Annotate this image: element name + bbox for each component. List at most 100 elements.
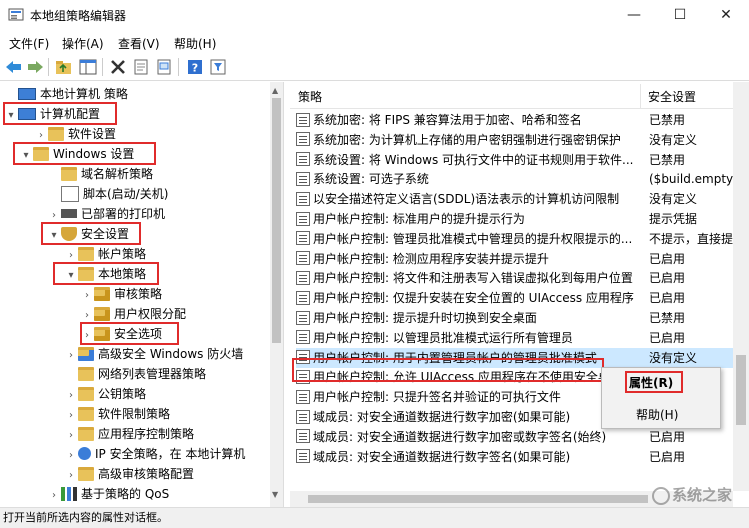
column-header-setting[interactable]: 安全设置 bbox=[648, 88, 696, 105]
printer-icon bbox=[61, 209, 77, 218]
tree-item[interactable]: › 帐户策略 bbox=[64, 244, 146, 264]
policy-row-selected[interactable]: 用户帐户控制: 用于内置管理员帐户的管理员批准模式 没有定义 bbox=[296, 347, 749, 368]
up-folder-icon[interactable] bbox=[54, 57, 74, 77]
policy-icon bbox=[296, 231, 310, 246]
menu-action[interactable]: 操作(A) bbox=[62, 35, 104, 52]
tree-item[interactable]: 网络列表管理器策略 bbox=[64, 364, 206, 384]
policy-setting: 已启用 bbox=[649, 271, 686, 286]
policy-row[interactable]: 用户帐户控制: 管理员批准模式中管理员的提升权限提示的... 不提示，直接提 bbox=[296, 229, 749, 249]
collapse-arrow-icon[interactable]: › bbox=[64, 246, 78, 266]
policy-icon bbox=[296, 191, 310, 206]
forward-icon[interactable] bbox=[25, 57, 45, 77]
collapse-arrow-icon[interactable]: › bbox=[47, 206, 61, 226]
tree-item[interactable]: 域名解析策略 bbox=[47, 164, 153, 184]
tree-item-label: 脚本(启动/关机) bbox=[83, 187, 169, 201]
policy-row[interactable]: 域成员: 对安全通道数据进行数字加密或数字签名(始终) 已启用 bbox=[296, 427, 749, 447]
delete-icon[interactable] bbox=[108, 57, 128, 77]
folder-icon bbox=[78, 246, 94, 261]
tree-item[interactable]: › 高级安全 Windows 防火墙 bbox=[64, 344, 243, 364]
collapse-arrow-icon[interactable]: › bbox=[64, 426, 78, 446]
policy-name: 域成员: 对安全通道数据进行数字加密或数字签名(始终) bbox=[313, 429, 607, 444]
policy-row[interactable]: 以安全描述符定义语言(SDDL)语法表示的计算机访问限制 没有定义 bbox=[296, 189, 749, 209]
menu-file[interactable]: 文件(F) bbox=[9, 35, 49, 52]
policy-row[interactable]: 系统设置: 将 Windows 可执行文件中的证书规则用于软件... 已禁用 bbox=[296, 150, 749, 170]
policy-row[interactable]: 用户帐户控制: 标准用户的提升提示行为 提示凭据 bbox=[296, 209, 749, 229]
policy-row[interactable]: 用户帐户控制: 以管理员批准模式运行所有管理员 已启用 bbox=[296, 328, 749, 348]
tree-item[interactable]: 脚本(启动/关机) bbox=[47, 184, 168, 204]
policy-row[interactable]: 用户帐户控制: 将文件和注册表写入错误虚拟化到每用户位置 已启用 bbox=[296, 268, 749, 288]
filter-icon[interactable] bbox=[208, 57, 228, 77]
expand-arrow-icon[interactable]: ▾ bbox=[47, 226, 61, 246]
expand-arrow-icon[interactable]: ▾ bbox=[4, 106, 18, 126]
scroll-down-icon[interactable]: ▼ bbox=[272, 490, 278, 499]
column-divider[interactable] bbox=[640, 84, 641, 108]
folder-icon bbox=[78, 466, 94, 481]
policy-scroll-thumb[interactable] bbox=[736, 355, 746, 425]
collapse-arrow-icon[interactable]: › bbox=[64, 406, 78, 426]
maximize-button[interactable]: ☐ bbox=[657, 0, 703, 30]
tree-item-label: 计算机配置 bbox=[40, 107, 101, 121]
collapse-arrow-icon[interactable]: › bbox=[80, 306, 94, 326]
folder-icon bbox=[78, 406, 94, 421]
policy-row[interactable]: 系统设置: 可选子系统 ($build.empty) bbox=[296, 169, 749, 189]
policy-scrollbar[interactable] bbox=[733, 82, 749, 491]
close-button[interactable]: ✕ bbox=[703, 0, 749, 30]
policy-row[interactable]: 域成员: 对安全通道数据进行数字签名(如果可能) 已启用 bbox=[296, 447, 749, 467]
policy-hscroll-thumb[interactable] bbox=[308, 495, 648, 503]
tree-item[interactable]: ▾ Windows 设置 bbox=[19, 144, 134, 164]
tree-item-label: 帐户策略 bbox=[98, 247, 147, 261]
folder-icon bbox=[78, 426, 94, 441]
expand-arrow-icon[interactable]: ▾ bbox=[64, 266, 78, 286]
menu-help[interactable]: 帮助(H) bbox=[174, 35, 216, 52]
tree-item[interactable]: › 高级审核策略配置 bbox=[64, 464, 194, 484]
tree-item[interactable]: › 软件设置 bbox=[34, 124, 116, 144]
collapse-arrow-icon[interactable]: › bbox=[47, 486, 61, 506]
tree-item[interactable]: › 已部署的打印机 bbox=[47, 204, 165, 224]
show-hide-tree-icon[interactable] bbox=[78, 57, 98, 77]
locked-folder-icon bbox=[94, 286, 110, 301]
collapse-arrow-icon[interactable]: › bbox=[64, 386, 78, 406]
tree-item[interactable]: › 用户权限分配 bbox=[80, 304, 186, 324]
tree-item[interactable]: ▾ 安全设置 bbox=[47, 224, 129, 244]
properties-icon[interactable] bbox=[131, 57, 151, 77]
tree-item-label: 应用程序控制策略 bbox=[98, 427, 195, 441]
expand-arrow-icon[interactable]: ▾ bbox=[19, 146, 33, 166]
tree-item[interactable]: › 应用程序控制策略 bbox=[64, 424, 194, 444]
tree-item-label: Windows 设置 bbox=[53, 147, 135, 161]
policy-row[interactable]: 用户帐户控制: 检测应用程序安装并提示提升 已启用 bbox=[296, 249, 749, 269]
export-icon[interactable] bbox=[154, 57, 174, 77]
collapse-arrow-icon[interactable]: › bbox=[34, 126, 48, 146]
collapse-arrow-icon[interactable]: › bbox=[80, 326, 94, 346]
policy-icon bbox=[296, 330, 310, 345]
tree-item[interactable]: › 安全选项 bbox=[80, 324, 162, 344]
collapse-arrow-icon[interactable]: › bbox=[64, 446, 78, 466]
policy-row[interactable]: 用户帐户控制: 仅提升安装在安全位置的 UIAccess 应用程序 已启用 bbox=[296, 288, 749, 308]
back-icon[interactable] bbox=[4, 57, 24, 77]
context-menu-help[interactable]: 帮助(H) bbox=[636, 406, 678, 423]
menu-view[interactable]: 查看(V) bbox=[118, 35, 160, 52]
tree-item[interactable]: › 软件限制策略 bbox=[64, 404, 170, 424]
tree-item[interactable]: › 审核策略 bbox=[80, 284, 162, 304]
context-menu-properties[interactable]: 属性(R) bbox=[629, 374, 673, 391]
svg-text:?: ? bbox=[192, 62, 198, 75]
tree-item-label: 用户权限分配 bbox=[114, 307, 187, 321]
tree-item[interactable]: › 公钥策略 bbox=[64, 384, 146, 404]
column-header-policy[interactable]: 策略 bbox=[298, 88, 322, 105]
collapse-arrow-icon[interactable]: › bbox=[64, 346, 78, 366]
policy-setting: 提示凭据 bbox=[649, 212, 698, 226]
tree-item[interactable]: › 基于策略的 QoS bbox=[47, 484, 169, 504]
tree-scroll-thumb[interactable] bbox=[272, 98, 281, 343]
policy-row[interactable]: 用户帐户控制: 提示提升时切换到安全桌面 已禁用 bbox=[296, 308, 749, 328]
tree-item[interactable]: ▾ 计算机配置 bbox=[4, 104, 100, 124]
policy-row[interactable]: 系统加密: 将 FIPS 兼容算法用于加密、哈希和签名 已禁用 bbox=[296, 110, 749, 130]
collapse-arrow-icon[interactable]: › bbox=[64, 466, 78, 486]
help-icon[interactable]: ? bbox=[185, 57, 205, 77]
minimize-button[interactable]: — bbox=[611, 0, 657, 30]
policy-row[interactable]: 系统加密: 为计算机上存储的用户密钥强制进行强密钥保护 没有定义 bbox=[296, 130, 749, 150]
policy-name: 用户帐户控制: 将文件和注册表写入错误虚拟化到每用户位置 bbox=[313, 271, 633, 286]
tree-item[interactable]: › IP 安全策略，在 本地计算机 bbox=[64, 444, 245, 464]
tree-item[interactable]: 本地计算机 策略 bbox=[4, 84, 128, 104]
scroll-up-icon[interactable]: ▲ bbox=[272, 86, 278, 95]
collapse-arrow-icon[interactable]: › bbox=[80, 286, 94, 306]
tree-item[interactable]: ▾ 本地策略 bbox=[64, 264, 146, 284]
